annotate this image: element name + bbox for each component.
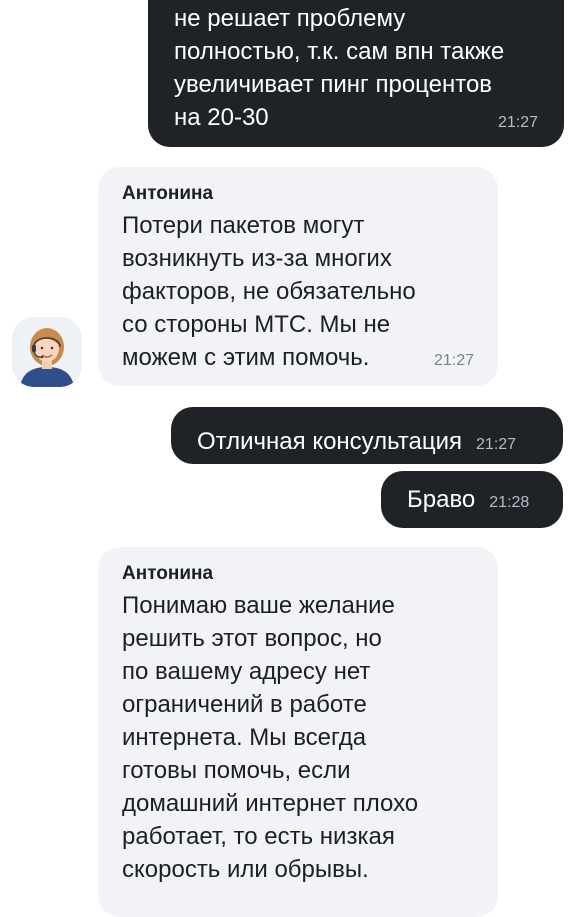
- message-text: не решает проблему полностью, т.к. сам в…: [174, 5, 505, 131]
- sender-name: Антонина: [122, 563, 214, 584]
- sender-name: Антонина: [122, 183, 214, 204]
- incoming-message[interactable]: Антонина Понимаю ваше желание решить это…: [98, 547, 498, 917]
- message-time: 21:27: [433, 352, 474, 369]
- message-text: Потери пакетов могут возникнуть из-за мн…: [122, 212, 416, 371]
- message-text: Отличная консультация: [197, 428, 463, 455]
- incoming-message[interactable]: Антонина Потери пакетов могут возникнуть…: [98, 167, 498, 386]
- message-time: 21:27: [497, 114, 538, 131]
- chat-feed: не решает проблему полностью, т.к. сам в…: [0, 0, 576, 917]
- outgoing-message[interactable]: Браво 21:28: [381, 471, 563, 528]
- message-text: Понимаю ваше желание решить этот вопрос,…: [122, 592, 419, 883]
- outgoing-message[interactable]: Отличная консультация 21:27: [171, 407, 563, 464]
- message-time: 21:27: [476, 435, 517, 453]
- operator-portrait-icon: [12, 317, 82, 387]
- message-time: 21:28: [489, 493, 530, 511]
- outgoing-message[interactable]: не решает проблему полностью, т.к. сам в…: [148, 0, 564, 147]
- message-text: Браво: [407, 486, 476, 513]
- support-operator-avatar[interactable]: [12, 317, 82, 387]
